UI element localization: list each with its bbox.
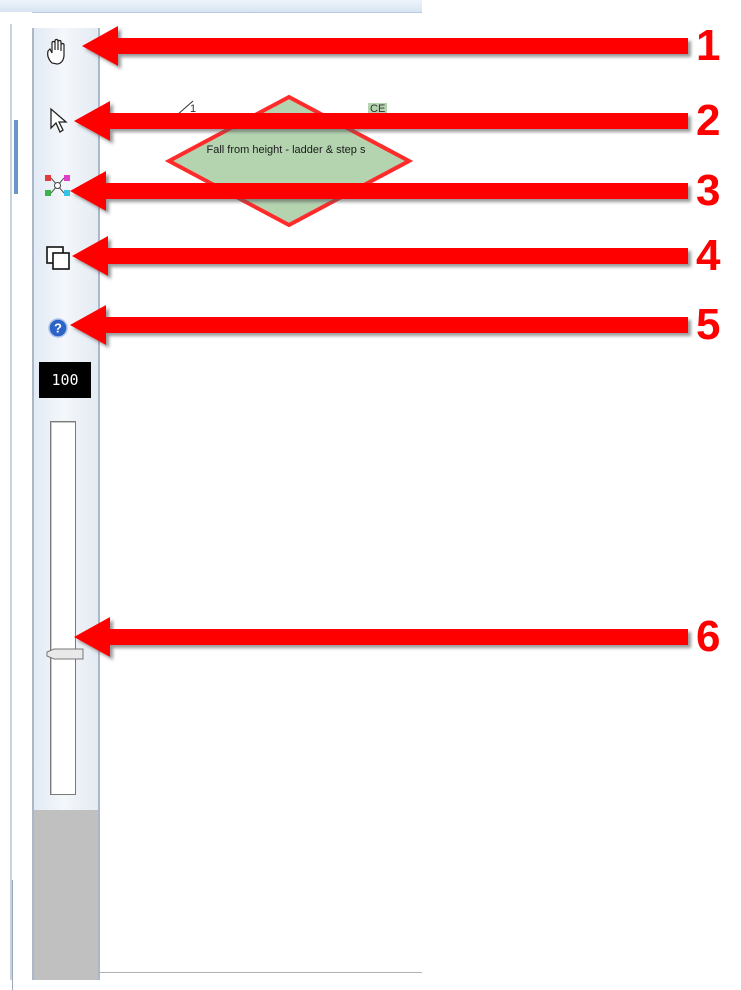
- callout-arrow-4: [72, 236, 688, 276]
- callout-number-1: 1: [696, 21, 721, 70]
- callout-arrow-6: [74, 617, 688, 657]
- callout-number-3: 3: [696, 166, 721, 215]
- callout-arrow-5: [70, 305, 688, 345]
- callout-arrow-1: [82, 26, 688, 66]
- callout-arrow-3: [70, 171, 688, 211]
- callout-number-4: 4: [696, 231, 721, 280]
- callout-number-5: 5: [696, 300, 721, 349]
- callout-number-6: 6: [696, 612, 721, 661]
- callout-arrows: [70, 26, 688, 657]
- callout-arrow-2: [74, 101, 688, 141]
- callout-number-2: 2: [696, 96, 721, 145]
